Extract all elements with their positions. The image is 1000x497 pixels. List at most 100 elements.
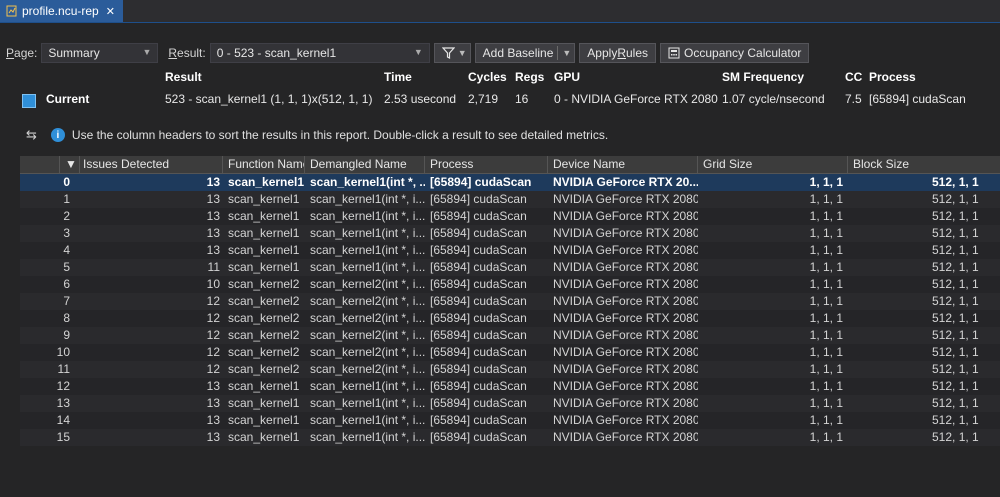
cell-block-size: 512, 1, 1 (932, 243, 979, 257)
cell-process: [65894] cudaScan (430, 192, 527, 206)
cell-process: [65894] cudaScan (430, 345, 527, 359)
cell-issues-detected: 12 (206, 294, 220, 308)
cell-issues-detected: 10 (206, 277, 220, 291)
result-select-value: 0 - 523 - scan_kernel1 (216, 46, 337, 60)
cell-function-name: scan_kernel1 (228, 379, 300, 393)
chevron-down-icon: ▼ (413, 47, 423, 57)
cell-issues-detected: 13 (206, 430, 220, 444)
current-sm-frequency: 1.07 cycle/nsecond (722, 92, 825, 106)
cell-id: 0 (63, 175, 70, 189)
column-header-issues-detected[interactable]: Issues Detected (78, 156, 223, 173)
sort-desc-icon[interactable]: ▼ (60, 156, 80, 173)
cell-id: 9 (63, 328, 70, 342)
cell-block-size: 512, 1, 1 (932, 209, 979, 223)
apply-rules-button[interactable]: Apply Rules (579, 43, 657, 63)
cell-device-name: NVIDIA GeForce RTX 2080 (553, 362, 698, 376)
table-row[interactable]: 13 13 scan_kernel1 scan_kernel1(int *, i...… (20, 395, 1000, 412)
table-row[interactable]: 6 10 scan_kernel2 scan_kernel2(int *, i... [… (20, 276, 1000, 293)
cell-grid-size: 1, 1, 1 (809, 345, 843, 359)
table-row[interactable]: 0 13 scan_kernel1 scan_kernel1(int *, ... [6… (20, 174, 1000, 191)
cell-device-name: NVIDIA GeForce RTX 2080 (553, 430, 698, 444)
filter-button[interactable]: ▼ (433, 43, 471, 63)
table-row[interactable]: 10 12 scan_kernel2 scan_kernel2(int *, i...… (20, 344, 1000, 361)
column-header-process[interactable]: Process (425, 156, 548, 173)
cell-demangled-name: scan_kernel2(int *, i... (310, 362, 425, 376)
table-row[interactable]: 9 12 scan_kernel2 scan_kernel2(int *, i... [… (20, 327, 1000, 344)
summary-header-sm-frequency: SM Frequency (722, 70, 805, 84)
cell-grid-size: 1, 1, 1 (809, 192, 843, 206)
close-icon[interactable]: ✕ (106, 5, 115, 18)
cell-process: [65894] cudaScan (430, 379, 527, 393)
cell-demangled-name: scan_kernel2(int *, i... (310, 328, 425, 342)
chevron-down-icon: ▼ (457, 48, 467, 58)
current-color-swatch[interactable] (22, 94, 36, 108)
cell-id: 10 (56, 345, 70, 359)
table-row[interactable]: 12 13 scan_kernel1 scan_kernel1(int *, i...… (20, 378, 1000, 395)
info-icon: i (50, 128, 65, 142)
cell-device-name: NVIDIA GeForce RTX 2080 (553, 345, 698, 359)
cell-device-name: NVIDIA GeForce RTX 2080 (553, 226, 698, 240)
cell-id: 1 (63, 192, 70, 206)
cell-block-size: 512, 1, 1 (932, 277, 979, 291)
filter-icon (441, 47, 455, 59)
cell-id: 2 (63, 209, 70, 223)
column-header-grid-size[interactable]: Grid Size (698, 156, 848, 173)
table-row[interactable]: 7 12 scan_kernel2 scan_kernel2(int *, i... [… (20, 293, 1000, 310)
column-header-id[interactable]: ID (20, 156, 60, 173)
cell-demangled-name: scan_kernel1(int *, i... (310, 413, 425, 427)
table-row[interactable]: 15 13 scan_kernel1 scan_kernel1(int *, i...… (20, 429, 1000, 446)
add-baseline-button[interactable]: Add Baseline ▼ (474, 43, 576, 63)
page-select[interactable]: Summary ▼ (41, 43, 159, 63)
swap-icon[interactable]: ⇆ (26, 127, 37, 143)
cell-block-size: 512, 1, 1 (932, 294, 979, 308)
cell-demangled-name: scan_kernel1(int *, i... (310, 396, 425, 410)
table-header: ID ▼ Issues Detected Function Name Deman… (20, 156, 1000, 174)
cell-function-name: scan_kernel1 (228, 209, 300, 223)
cell-demangled-name: scan_kernel1(int *, i... (310, 430, 425, 444)
occupancy-label: Occupancy Calculator (684, 46, 802, 60)
cell-block-size: 512, 1, 1 (932, 379, 979, 393)
table-row[interactable]: 2 13 scan_kernel1 scan_kernel1(int *, i... [… (20, 208, 1000, 225)
result-select[interactable]: 0 - 523 - scan_kernel1 ▼ (209, 43, 430, 63)
cell-id: 8 (63, 311, 70, 325)
cell-function-name: scan_kernel1 (228, 226, 300, 240)
cell-device-name: NVIDIA GeForce RTX 2080 (553, 413, 698, 427)
table-row[interactable]: 14 13 scan_kernel1 scan_kernel1(int *, i...… (20, 412, 1000, 429)
cell-demangled-name: scan_kernel1(int *, ... (310, 175, 425, 189)
table-row[interactable]: 4 13 scan_kernel1 scan_kernel1(int *, i... [… (20, 242, 1000, 259)
cell-grid-size: 1, 1, 1 (809, 396, 843, 410)
table-row[interactable]: 3 13 scan_kernel1 scan_kernel1(int *, i... [… (20, 225, 1000, 242)
column-header-device-name[interactable]: Device Name (548, 156, 698, 173)
column-header-function-name[interactable]: Function Name (223, 156, 305, 173)
table-row[interactable]: 11 12 scan_kernel2 scan_kernel2(int *, i...… (20, 361, 1000, 378)
table-row[interactable]: 1 13 scan_kernel1 scan_kernel1(int *, i... [… (20, 191, 1000, 208)
cell-grid-size: 1, 1, 1 (809, 379, 843, 393)
page-label: Page: (6, 46, 38, 60)
cell-process: [65894] cudaScan (430, 396, 527, 410)
cell-device-name: NVIDIA GeForce RTX 2080 (553, 277, 698, 291)
report-file-icon (6, 5, 17, 17)
cell-block-size: 512, 1, 1 (932, 226, 979, 240)
cell-issues-detected: 13 (206, 192, 220, 206)
table-row[interactable]: 8 12 scan_kernel2 scan_kernel2(int *, i... [… (20, 310, 1000, 327)
tab-profile-report[interactable]: profile.ncu-rep ✕ (0, 0, 123, 22)
cell-id: 5 (63, 260, 70, 274)
column-header-block-size[interactable]: Block Size (848, 156, 1000, 173)
cell-grid-size: 1, 1, 1 (809, 175, 843, 189)
cell-block-size: 512, 1, 1 (932, 328, 979, 342)
summary-header-regs: Regs (515, 70, 545, 84)
cell-process: [65894] cudaScan (430, 209, 527, 223)
current-label: Current (46, 92, 90, 106)
cell-id: 11 (57, 362, 70, 376)
add-baseline-label: Add Baseline (482, 46, 554, 60)
cell-issues-detected: 13 (206, 413, 220, 427)
cell-grid-size: 1, 1, 1 (809, 311, 843, 325)
occupancy-calculator-button[interactable]: Occupancy Calculator (660, 43, 810, 63)
cell-block-size: 512, 1, 1 (932, 192, 979, 206)
column-header-demangled-name[interactable]: Demangled Name (305, 156, 425, 173)
cell-function-name: scan_kernel1 (228, 430, 300, 444)
table-row[interactable]: 5 11 scan_kernel1 scan_kernel1(int *, i... [… (20, 259, 1000, 276)
cell-issues-detected: 12 (206, 362, 220, 376)
cell-process: [65894] cudaScan (430, 226, 527, 240)
cell-demangled-name: scan_kernel1(int *, i... (310, 226, 425, 240)
